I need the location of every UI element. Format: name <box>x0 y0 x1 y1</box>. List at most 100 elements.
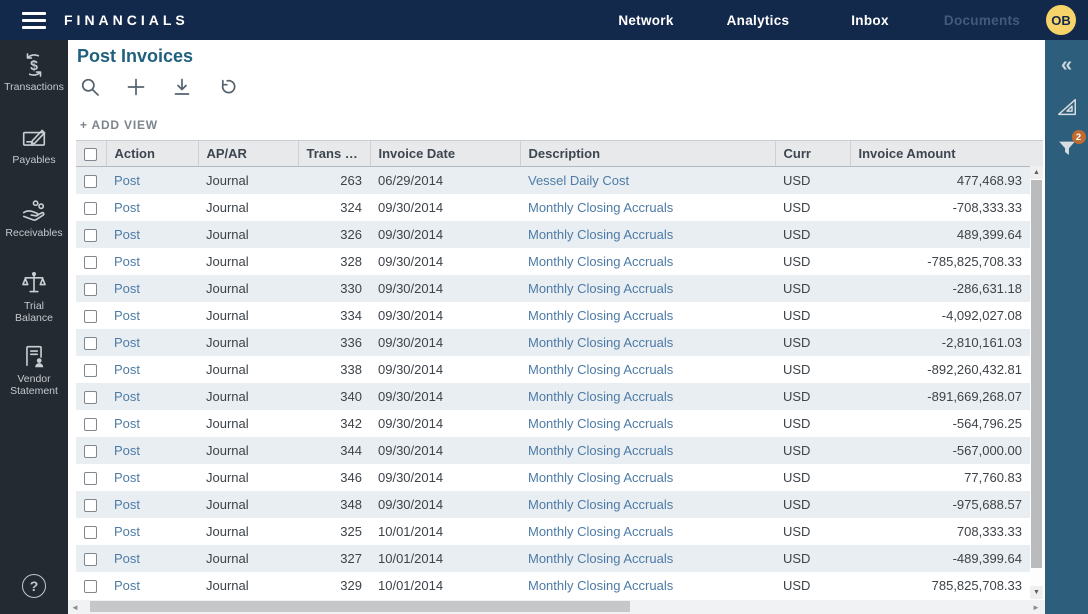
help-icon[interactable]: ? <box>22 574 46 598</box>
search-icon[interactable] <box>80 77 100 97</box>
column-header-invoice-amount[interactable]: Invoice Amount <box>850 141 1043 167</box>
undo-icon[interactable] <box>218 77 238 97</box>
scroll-left-icon[interactable]: ◄ <box>68 600 82 614</box>
invoice-date-cell: 10/01/2014 <box>370 518 520 545</box>
trans-number-cell: 263 <box>298 167 370 194</box>
post-link[interactable]: Post <box>114 389 140 404</box>
row-checkbox[interactable] <box>84 202 97 215</box>
select-all-checkbox[interactable] <box>84 148 97 161</box>
sidebar-item-transactions[interactable]: $ Transactions <box>0 52 68 125</box>
post-link[interactable]: Post <box>114 227 140 242</box>
row-checkbox[interactable] <box>84 310 97 323</box>
row-checkbox[interactable] <box>84 499 97 512</box>
post-link[interactable]: Post <box>114 524 140 539</box>
sidebar-item-receivables[interactable]: Receivables <box>0 198 68 271</box>
description-link[interactable]: Vessel Daily Cost <box>528 173 629 188</box>
menu-icon[interactable] <box>22 12 46 29</box>
post-link[interactable]: Post <box>114 497 140 512</box>
row-checkbox[interactable] <box>84 472 97 485</box>
nav-analytics[interactable]: Analytics <box>702 13 814 28</box>
description-link[interactable]: Monthly Closing Accruals <box>528 416 673 431</box>
post-link[interactable]: Post <box>114 362 140 377</box>
apar-cell: Journal <box>198 410 298 437</box>
description-link[interactable]: Monthly Closing Accruals <box>528 254 673 269</box>
post-link[interactable]: Post <box>114 200 140 215</box>
table-row: Post Journal 328 09/30/2014 Monthly Clos… <box>76 248 1043 275</box>
invoice-amount-cell: -892,260,432.81 <box>850 356 1043 383</box>
currency-cell: USD <box>775 437 850 464</box>
nav-inbox[interactable]: Inbox <box>814 13 926 28</box>
collapse-panel-icon[interactable]: « <box>1052 48 1082 82</box>
column-header-curr[interactable]: Curr <box>775 141 850 167</box>
description-link[interactable]: Monthly Closing Accruals <box>528 443 673 458</box>
post-link[interactable]: Post <box>114 551 140 566</box>
download-icon[interactable] <box>172 77 192 97</box>
sidebar-item-trial-balance[interactable]: Trial Balance <box>0 271 68 344</box>
sidebar-item-vendor-statement[interactable]: Vendor Statement <box>0 344 68 417</box>
nav-documents[interactable]: Documents <box>926 13 1038 28</box>
trans-number-cell: 324 <box>298 194 370 221</box>
post-link[interactable]: Post <box>114 308 140 323</box>
table-row: Post Journal 340 09/30/2014 Monthly Clos… <box>76 383 1043 410</box>
invoice-amount-cell: 785,825,708.33 <box>850 572 1043 599</box>
description-link[interactable]: Monthly Closing Accruals <box>528 524 673 539</box>
set-square-icon[interactable] <box>1052 90 1082 124</box>
post-link[interactable]: Post <box>114 173 140 188</box>
sidebar-item-payables[interactable]: Payables <box>0 125 68 198</box>
vertical-scroll-thumb[interactable] <box>1031 180 1042 568</box>
invoice-date-cell: 09/30/2014 <box>370 194 520 221</box>
app-title: FINANCIALS <box>64 12 189 28</box>
post-link[interactable]: Post <box>114 281 140 296</box>
post-link[interactable]: Post <box>114 443 140 458</box>
description-link[interactable]: Monthly Closing Accruals <box>528 578 673 593</box>
horizontal-scroll-thumb[interactable] <box>90 601 630 612</box>
description-link[interactable]: Monthly Closing Accruals <box>528 470 673 485</box>
filter-icon[interactable]: 2 <box>1052 132 1082 166</box>
scroll-up-icon[interactable]: ▲ <box>1030 166 1043 179</box>
trans-number-cell: 329 <box>298 572 370 599</box>
invoice-amount-cell: -4,092,027.08 <box>850 302 1043 329</box>
description-link[interactable]: Monthly Closing Accruals <box>528 551 673 566</box>
row-checkbox[interactable] <box>84 445 97 458</box>
column-header-trans[interactable]: Trans … <box>298 141 370 167</box>
column-header-description[interactable]: Description <box>520 141 775 167</box>
row-checkbox[interactable] <box>84 337 97 350</box>
add-icon[interactable] <box>126 77 146 97</box>
row-checkbox[interactable] <box>84 364 97 377</box>
row-checkbox[interactable] <box>84 526 97 539</box>
row-checkbox[interactable] <box>84 580 97 593</box>
column-header-apar[interactable]: AP/AR <box>198 141 298 167</box>
post-link[interactable]: Post <box>114 470 140 485</box>
table-row: Post Journal 336 09/30/2014 Monthly Clos… <box>76 329 1043 356</box>
row-checkbox[interactable] <box>84 229 97 242</box>
row-checkbox[interactable] <box>84 391 97 404</box>
row-checkbox[interactable] <box>84 418 97 431</box>
description-link[interactable]: Monthly Closing Accruals <box>528 389 673 404</box>
column-header-action[interactable]: Action <box>106 141 198 167</box>
nav-network[interactable]: Network <box>590 13 702 28</box>
description-link[interactable]: Monthly Closing Accruals <box>528 497 673 512</box>
description-link[interactable]: Monthly Closing Accruals <box>528 308 673 323</box>
add-view-button[interactable]: + ADD VIEW <box>80 118 158 132</box>
table-row: Post Journal 327 10/01/2014 Monthly Clos… <box>76 545 1043 572</box>
post-link[interactable]: Post <box>114 416 140 431</box>
currency-cell: USD <box>775 302 850 329</box>
row-checkbox[interactable] <box>84 553 97 566</box>
scroll-right-icon[interactable]: ► <box>1029 600 1043 614</box>
post-link[interactable]: Post <box>114 335 140 350</box>
description-link[interactable]: Monthly Closing Accruals <box>528 362 673 377</box>
description-link[interactable]: Monthly Closing Accruals <box>528 227 673 242</box>
description-link[interactable]: Monthly Closing Accruals <box>528 200 673 215</box>
description-link[interactable]: Monthly Closing Accruals <box>528 335 673 350</box>
description-link[interactable]: Monthly Closing Accruals <box>528 281 673 296</box>
post-link[interactable]: Post <box>114 254 140 269</box>
scroll-down-icon[interactable]: ▼ <box>1030 586 1043 599</box>
trans-number-cell: 340 <box>298 383 370 410</box>
svg-text:$: $ <box>30 57 38 73</box>
post-link[interactable]: Post <box>114 578 140 593</box>
row-checkbox[interactable] <box>84 175 97 188</box>
row-checkbox[interactable] <box>84 256 97 269</box>
avatar[interactable]: OB <box>1046 5 1076 35</box>
row-checkbox[interactable] <box>84 283 97 296</box>
column-header-invoice-date[interactable]: Invoice Date <box>370 141 520 167</box>
